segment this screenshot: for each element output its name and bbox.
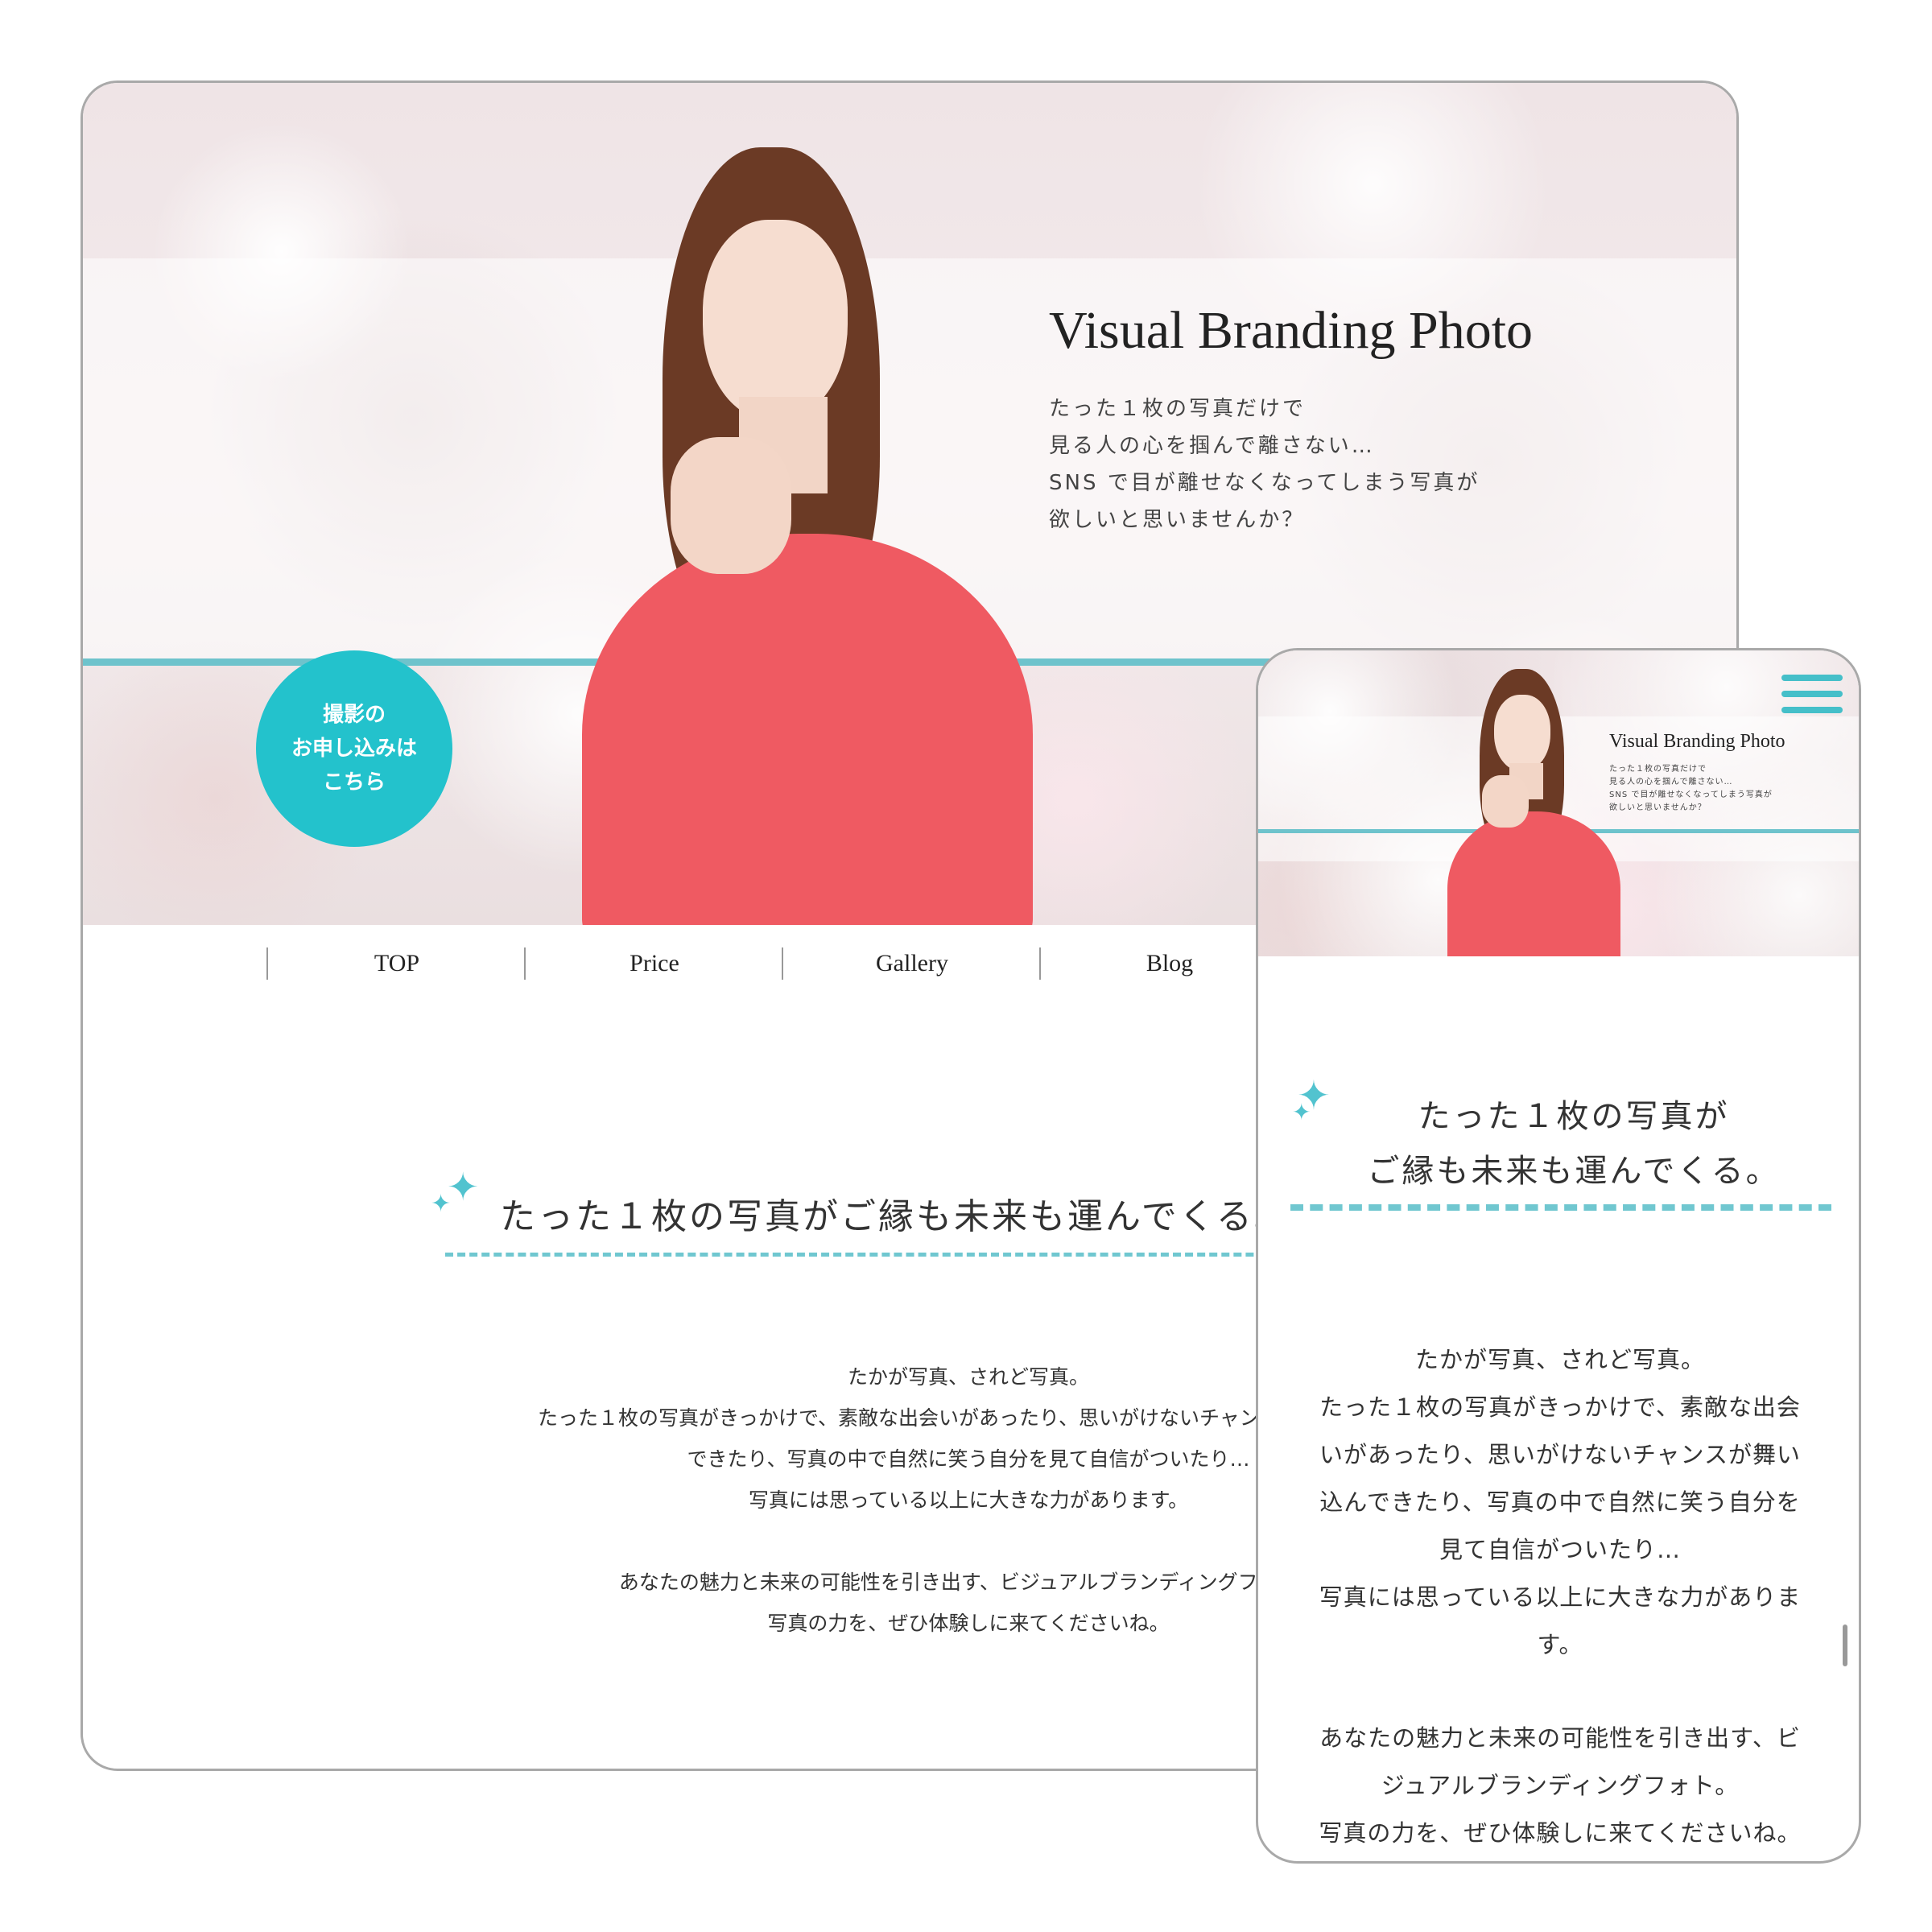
mobile-sparkle-icon-small: ✦: [1292, 1099, 1311, 1125]
sparkle-icon: ✦: [447, 1165, 480, 1210]
model-photo: [550, 131, 1049, 925]
mobile-scrollbar[interactable]: [1843, 1624, 1847, 1666]
mobile-hero-title: Visual Branding Photo: [1609, 731, 1785, 752]
nav-item-price[interactable]: Price: [524, 947, 783, 980]
nav-item-gallery[interactable]: Gallery: [782, 947, 1041, 980]
hero-tagline: たった１枚の写真だけで 見る人の心を掴んで離さない… SNS で目が離せなくなっ…: [1049, 397, 1480, 532]
mobile-intro-paragraph: たかが写真、されど写真。 たった１枚の写真がきっかけで、素敵な出会 いがあったり…: [1319, 1346, 1802, 1658]
booking-cta-button[interactable]: 撮影の お申し込みは こちら: [256, 650, 452, 847]
heading-underline: [445, 1253, 1363, 1257]
mobile-hero-tagline: たった１枚の写真だけで 見る人の心を掴んで離さない… SNS で目が離せなくなっ…: [1609, 765, 1773, 812]
mobile-heading-underline: [1290, 1204, 1831, 1211]
section-heading: たった１枚の写真がご縁も未来も運んでくる。: [500, 1196, 1292, 1237]
mobile-closing-paragraph: あなたの魅力と未来の可能性を引き出す、ビ ジュアルブランディングフォト。 写真の…: [1319, 1724, 1802, 1847]
nav-item-top[interactable]: TOP: [266, 947, 526, 980]
mobile-section-heading: たった１枚の写真が ご縁も未来も運んでくる。: [1367, 1098, 1781, 1190]
mobile-hero-image: Visual Branding Photo たった１枚の写真だけで 見る人の心を…: [1258, 650, 1859, 956]
hero-title: Visual Branding Photo: [1049, 301, 1534, 360]
mobile-model-photo: [1435, 663, 1629, 956]
sparkle-icon-small: ✦: [431, 1190, 452, 1218]
mobile-mockup: Visual Branding Photo たった１枚の写真だけで 見る人の心を…: [1256, 648, 1861, 1864]
